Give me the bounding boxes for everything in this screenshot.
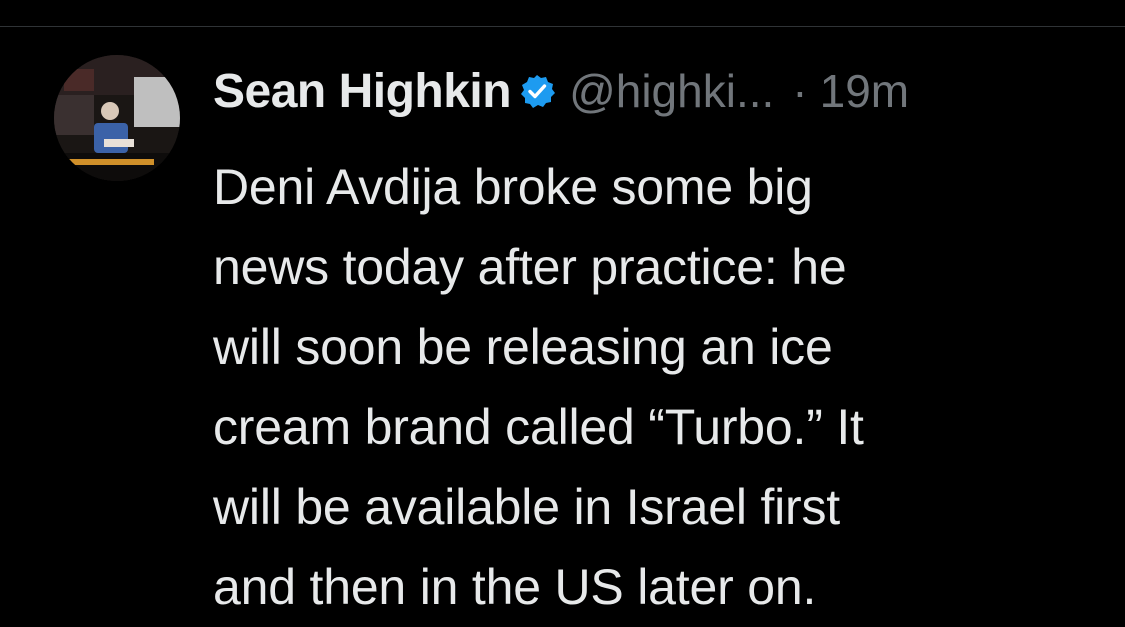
separator-dot: · — [792, 65, 808, 117]
author-display-name[interactable]: Sean Highkin — [213, 64, 512, 119]
tweet-header: Sean Highkin @highki... · 19m — [213, 61, 909, 121]
verified-badge-icon — [519, 73, 556, 109]
tweet-text: Deni Avdija broke some big news today af… — [213, 159, 864, 615]
tweet-timestamp[interactable]: 19m — [820, 64, 909, 118]
tweet[interactable]: Sean Highkin @highki... · 19m Deni Avdij… — [0, 27, 1125, 619]
avatar[interactable] — [54, 55, 180, 181]
author-handle[interactable]: @highki... — [569, 64, 774, 118]
